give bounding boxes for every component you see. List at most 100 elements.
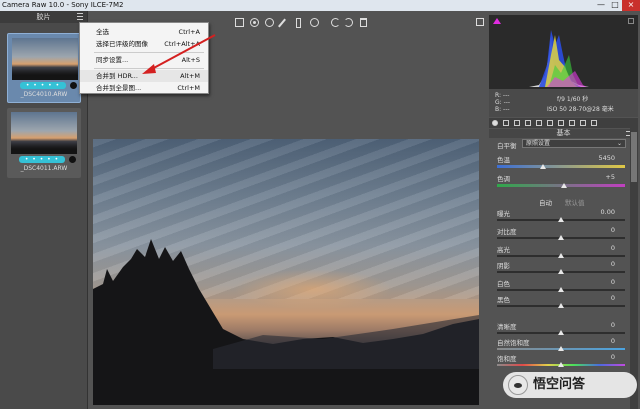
r-value: R: --- bbox=[495, 92, 510, 99]
exposure-label: 曝光 bbox=[497, 210, 510, 218]
white-balance-select[interactable]: 原照设置 ⌄ bbox=[522, 139, 626, 148]
thumbnail-filename: _DSC4010.ARW bbox=[20, 91, 68, 98]
filmstrip-menu-icon[interactable] bbox=[77, 13, 83, 20]
fullscreen-icon[interactable] bbox=[476, 18, 484, 26]
saturation-label: 饱和度 bbox=[497, 355, 517, 363]
sync-icon bbox=[70, 82, 77, 89]
rotate-right-icon[interactable] bbox=[344, 18, 353, 27]
graduated-filter-icon[interactable] bbox=[296, 18, 301, 28]
thumbnail-card[interactable]: • • • • • _DSC4010.ARW bbox=[7, 33, 81, 103]
temperature-label: 色温 bbox=[497, 156, 510, 164]
tint-label: 色调 bbox=[497, 175, 510, 183]
temperature-slider[interactable] bbox=[497, 165, 625, 168]
exposure-slider-handle[interactable] bbox=[558, 217, 564, 222]
filmstrip-panel: 胶片 • • • • • _DSC4010.ARW • • • • • _DSC… bbox=[0, 11, 88, 409]
default-button[interactable]: 默认值 bbox=[565, 197, 585, 207]
rotate-left-icon[interactable] bbox=[331, 18, 340, 27]
rgb-readout: R: --- G: --- B: --- bbox=[495, 92, 510, 113]
menu-item-label: 同步设置... bbox=[96, 56, 129, 64]
auto-default-row: 自动 默认值 bbox=[487, 197, 640, 207]
sync-icon bbox=[69, 156, 76, 163]
highlights-label: 高光 bbox=[497, 246, 510, 254]
tab-snapshots-icon[interactable] bbox=[591, 120, 597, 126]
preview-image bbox=[93, 139, 479, 405]
minimize-button[interactable]: — bbox=[594, 0, 608, 11]
clarity-slider-handle[interactable] bbox=[558, 330, 564, 335]
brush-icon[interactable] bbox=[278, 18, 286, 28]
scrollbar-thumb[interactable] bbox=[631, 132, 637, 182]
exif-exposure: f/9 1/60 秒 bbox=[557, 96, 589, 103]
blacks-value[interactable]: 0 bbox=[585, 294, 615, 302]
shadows-label: 阴影 bbox=[497, 262, 510, 270]
menu-item-merge-panorama[interactable]: 合并到全景图... Ctrl+M bbox=[80, 82, 208, 94]
exif-iso-lens: ISO 50 28-70@28 毫米 bbox=[547, 106, 614, 113]
contrast-value[interactable]: 0 bbox=[585, 226, 615, 234]
window-controls: — □ × bbox=[594, 0, 640, 11]
tab-presets-icon[interactable] bbox=[580, 120, 586, 126]
temperature-value[interactable]: 5450 bbox=[585, 154, 615, 162]
tab-tone-curve-icon[interactable] bbox=[503, 120, 509, 126]
tab-lens-icon[interactable] bbox=[547, 120, 553, 126]
tab-hsl-icon[interactable] bbox=[525, 120, 531, 126]
panel-scrollbar[interactable] bbox=[630, 122, 638, 409]
filmstrip-header: 胶片 bbox=[0, 11, 87, 23]
contrast-label: 对比度 bbox=[497, 228, 517, 236]
highlight-clipping-icon[interactable] bbox=[628, 18, 634, 24]
thumbnail-card[interactable]: • • • • • _DSC4011.ARW bbox=[7, 108, 81, 178]
highlights-slider-handle[interactable] bbox=[558, 253, 564, 258]
tint-value[interactable]: +5 bbox=[585, 173, 615, 181]
chevron-down-icon: ⌄ bbox=[616, 140, 622, 147]
clarity-label: 清晰度 bbox=[497, 323, 517, 331]
tab-camera-calibration-icon[interactable] bbox=[569, 120, 575, 126]
thumbnail-filename: _DSC4011.ARW bbox=[20, 165, 68, 172]
menu-item-label: 合并到全景图... bbox=[96, 84, 142, 92]
shadow-clipping-icon[interactable] bbox=[493, 18, 501, 24]
maximize-button[interactable]: □ bbox=[608, 0, 622, 11]
exposure-value[interactable]: 0.00 bbox=[585, 208, 615, 216]
watermark-logo-icon bbox=[508, 375, 528, 395]
blacks-label: 黑色 bbox=[497, 296, 510, 304]
thumbnail-image bbox=[12, 38, 78, 80]
auto-button[interactable]: 自动 bbox=[539, 197, 552, 207]
radial-filter-icon[interactable] bbox=[310, 18, 319, 27]
watermark-text: 悟空问答 bbox=[533, 377, 586, 392]
tab-basic-icon[interactable] bbox=[492, 120, 498, 126]
white-balance-value: 原照设置 bbox=[526, 140, 551, 147]
rating-stars[interactable]: • • • • • bbox=[20, 82, 66, 89]
white-balance-label: 白平衡 bbox=[497, 142, 517, 150]
blacks-slider-handle[interactable] bbox=[558, 303, 564, 308]
whites-value[interactable]: 0 bbox=[585, 278, 615, 286]
clarity-value[interactable]: 0 bbox=[585, 321, 615, 329]
tab-detail-icon[interactable] bbox=[514, 120, 520, 126]
section-title: 基本 bbox=[556, 129, 571, 137]
crop-icon[interactable] bbox=[235, 18, 244, 27]
saturation-slider-handle[interactable] bbox=[558, 362, 564, 367]
close-button[interactable]: × bbox=[622, 0, 640, 11]
vibrance-value[interactable]: 0 bbox=[585, 337, 615, 345]
vibrance-label: 自然饱和度 bbox=[497, 339, 530, 347]
watermark: 悟空问答 bbox=[503, 372, 637, 398]
saturation-value[interactable]: 0 bbox=[585, 353, 615, 361]
tab-effects-icon[interactable] bbox=[558, 120, 564, 126]
whites-slider-handle[interactable] bbox=[558, 287, 564, 292]
shadows-value[interactable]: 0 bbox=[585, 260, 615, 268]
vibrance-slider-handle[interactable] bbox=[558, 346, 564, 351]
b-value: B: --- bbox=[495, 106, 510, 113]
trash-icon[interactable] bbox=[360, 18, 367, 27]
tab-split-toning-icon[interactable] bbox=[536, 120, 542, 126]
temperature-slider-handle[interactable] bbox=[540, 164, 547, 169]
section-header-basic: 基本 bbox=[489, 129, 638, 138]
g-value: G: --- bbox=[495, 99, 511, 106]
rating-stars[interactable]: • • • • • bbox=[19, 156, 65, 163]
filmstrip-title: 胶片 bbox=[36, 13, 51, 21]
menu-item-label: 全选 bbox=[96, 28, 109, 36]
shadows-slider-handle[interactable] bbox=[558, 269, 564, 274]
straighten-icon[interactable] bbox=[250, 18, 259, 27]
menu-item-shortcut: Ctrl+M bbox=[177, 84, 200, 92]
red-eye-icon[interactable] bbox=[265, 18, 274, 27]
window-title: Camera Raw 10.0 - Sony ILCE-7M2 bbox=[2, 1, 124, 9]
highlights-value[interactable]: 0 bbox=[585, 244, 615, 252]
tint-slider-handle[interactable] bbox=[560, 183, 567, 188]
contrast-slider-handle[interactable] bbox=[558, 235, 564, 240]
image-info: R: --- G: --- B: --- f/9 1/60 秒 ISO 50 2… bbox=[489, 89, 638, 117]
